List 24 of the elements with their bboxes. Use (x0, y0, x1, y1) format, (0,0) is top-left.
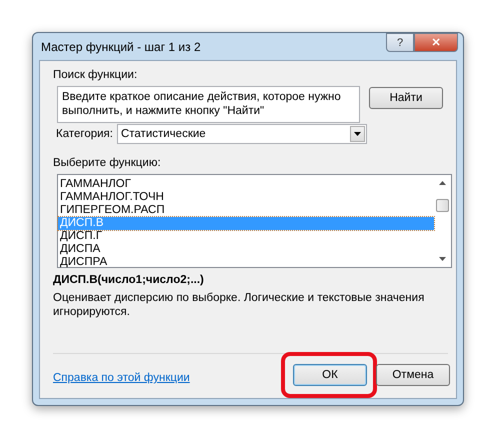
function-item[interactable]: ГАММАНЛОГ.ТОЧН (58, 191, 434, 204)
search-field[interactable]: Введите краткое описание действия, которое нужно выполнить, и нажмите кнопку "Найти" (57, 86, 360, 123)
category-label: Категория: (56, 128, 113, 140)
function-list-label: Выберите функцию: (53, 157, 162, 169)
function-item[interactable]: ДИСПА (58, 243, 434, 256)
function-item[interactable]: ГАММАНЛОГ (58, 178, 434, 191)
function-signature: ДИСП.В(число1;число2;...) (53, 274, 205, 286)
function-item[interactable]: ДИСПРА (58, 256, 434, 269)
cancel-button[interactable]: Отмена (376, 364, 450, 386)
caret-icon (354, 132, 361, 136)
scroll-down-icon[interactable] (439, 257, 446, 261)
function-item[interactable]: ГИПЕРГЕОМ.РАСП (58, 204, 434, 217)
window-title: Мастер функций - шаг 1 из 2 (41, 40, 201, 54)
help-link[interactable]: Справка по этой функции (53, 372, 190, 384)
help-button[interactable]: ? (386, 33, 414, 52)
scrollbar-thumb[interactable] (436, 199, 449, 212)
scroll-up-icon[interactable] (439, 181, 446, 185)
function-item[interactable]: ДИСП.Г (58, 230, 434, 243)
search-label: Поиск функции: (53, 69, 138, 81)
dropdown-button[interactable] (350, 126, 365, 142)
function-description: Оценивает дисперсию по выборке. Логические и текстовые значения игнорируются. (53, 291, 426, 319)
ok-button[interactable]: ОК (293, 364, 367, 386)
category-dropdown[interactable]: Статистические (116, 124, 367, 144)
find-button[interactable]: Найти (369, 87, 443, 109)
